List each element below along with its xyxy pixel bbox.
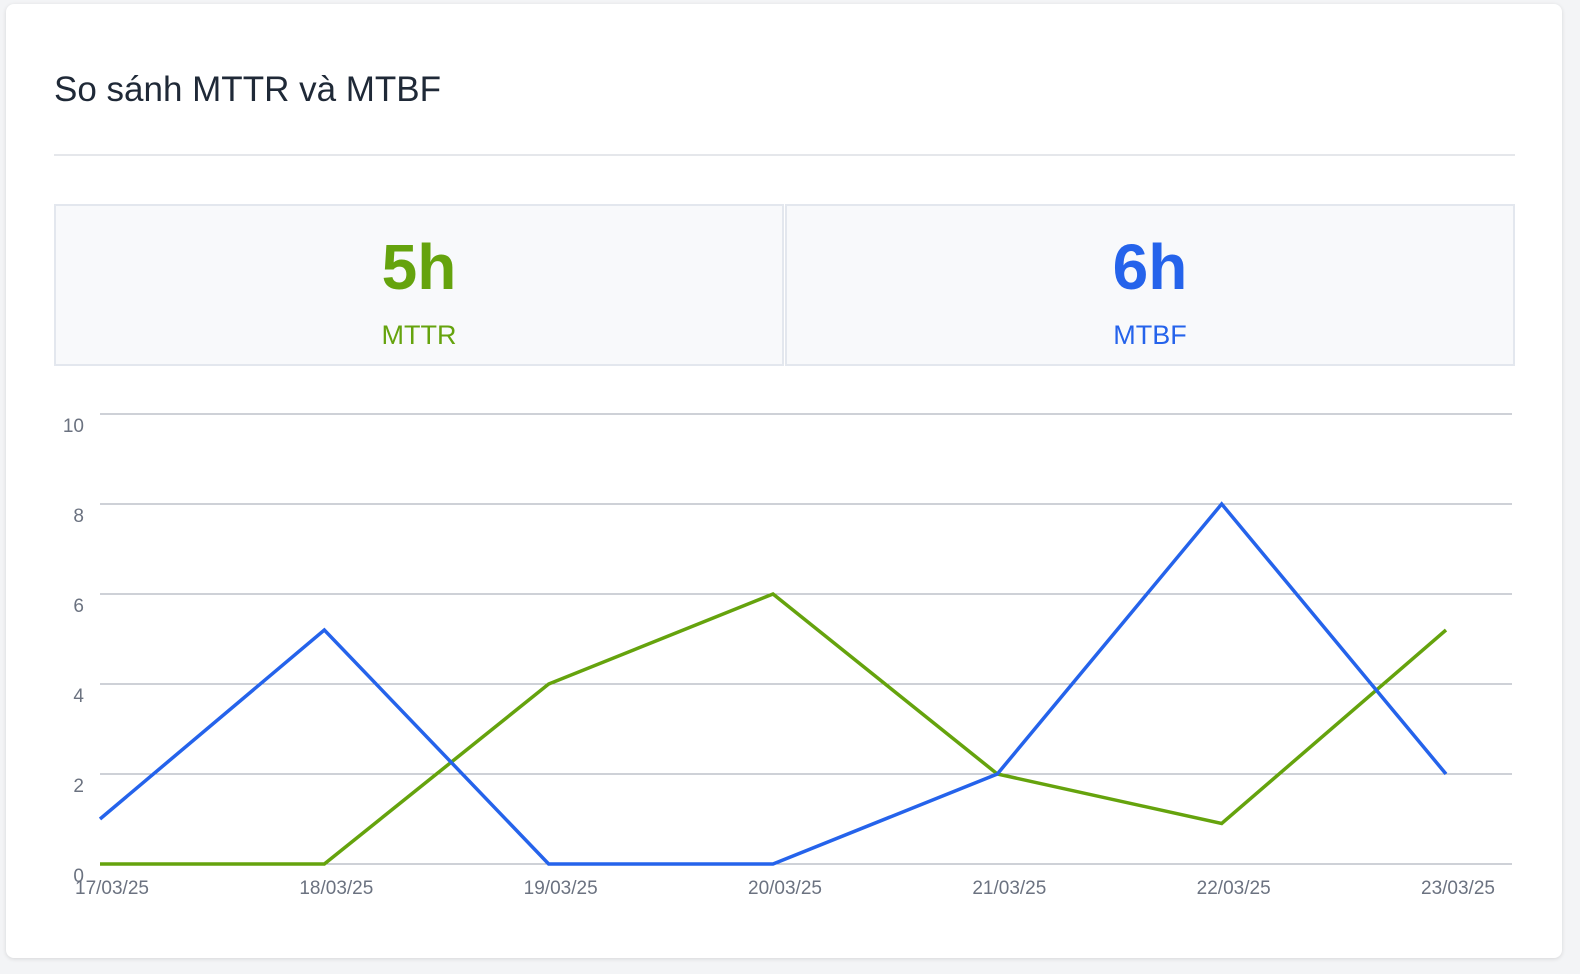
y-tick-label: 6 (73, 596, 84, 617)
x-tick-label: 18/03/25 (299, 878, 373, 899)
y-tick-label: 8 (73, 506, 84, 527)
line-chart: 024681017/03/25 18/03/25 19/03/25 20/03/25 2… (63, 413, 1512, 899)
x-tick-label: 17/03/25 (75, 878, 149, 899)
y-tick-label: 10 (63, 416, 84, 437)
series-line-1 (100, 591, 1448, 866)
x-tick-label: 19/03/25 (524, 878, 598, 899)
y-tick-label: 2 (73, 776, 84, 797)
x-tick-label: 20/03/25 (748, 878, 822, 899)
x-tick-label: 22/03/25 (1197, 878, 1271, 899)
x-tick-label: 21/03/25 (972, 878, 1046, 899)
chart-card: So sánh MTTR và MTBF 5h MTTR 6h MTBF 024… (6, 4, 1562, 958)
x-tick-label: 23/03/25 (1421, 878, 1495, 899)
y-tick-label: 4 (73, 686, 84, 707)
